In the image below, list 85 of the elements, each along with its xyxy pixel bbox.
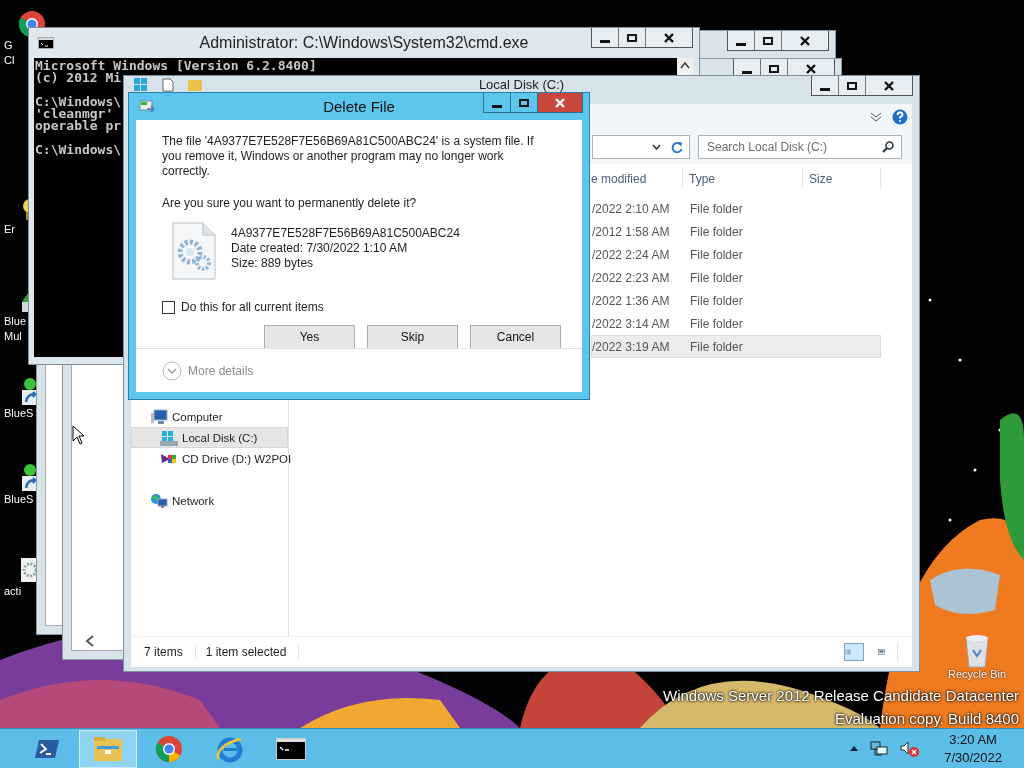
icon-label[interactable]: Mul <box>4 329 22 344</box>
terminal-icon <box>34 737 60 760</box>
console-icon <box>276 737 306 760</box>
column-header[interactable]: e modified <box>591 168 683 190</box>
network-icon <box>150 492 168 509</box>
console-line: 'cleanmgr' <box>35 106 114 121</box>
column-header[interactable]: Type <box>683 168 803 190</box>
more-details-link[interactable]: More details <box>188 363 254 378</box>
icon-label[interactable]: Er <box>4 222 15 237</box>
scroll-left-icon[interactable] <box>85 635 95 647</box>
system-file-icon <box>171 222 217 280</box>
maximize-icon <box>847 81 857 90</box>
icon-label[interactable]: acti <box>4 584 22 599</box>
search-field[interactable]: Search Local Disk (C:) <box>698 135 902 159</box>
minimize-icon <box>600 39 610 43</box>
clock-date[interactable]: 7/30/2022 <box>944 748 1002 767</box>
file-row[interactable]: /2022 3:19 AM File folder <box>591 335 881 358</box>
close-icon <box>884 80 894 91</box>
icon-label[interactable]: BlueS <box>4 406 34 421</box>
console-line: C:\Windows\ <box>35 94 122 109</box>
minimize-icon <box>492 104 502 108</box>
status-text: 1 item selected <box>205 645 300 659</box>
nav-item[interactable]: Computer <box>131 406 288 427</box>
file-row[interactable]: /2022 3:14 AM File folder <box>591 312 881 335</box>
file-row[interactable]: /2022 2:23 AM File folder <box>591 266 881 289</box>
close-icon <box>806 63 816 74</box>
dialog-title: Delete File <box>323 98 395 115</box>
maximize-icon <box>519 98 529 107</box>
file-name: 4A9377E7E528F7E56B69A81C500ABC24 <box>231 226 460 240</box>
dialog-icon <box>139 100 155 114</box>
nav-item[interactable]: Network <box>131 490 288 511</box>
file-row[interactable]: /2022 2:10 AM File folder <box>591 197 881 220</box>
chevron-down-icon[interactable] <box>652 144 661 150</box>
checkbox[interactable] <box>162 300 175 314</box>
icon-label[interactable]: BlueS <box>4 492 34 507</box>
help-icon[interactable] <box>892 109 908 125</box>
window-title: Local Disk (C:) <box>478 77 565 92</box>
browser-icon <box>155 734 183 763</box>
scroll-up-icon[interactable] <box>680 62 690 69</box>
nav-item[interactable]: CD Drive (D:) W2POI <box>131 448 288 469</box>
maximize-icon <box>627 33 637 42</box>
thumbnail-view-button[interactable] <box>878 643 898 661</box>
nav-item[interactable]: Local Disk (C:) <box>131 427 288 448</box>
image-icon <box>878 646 885 658</box>
folder-icon <box>93 735 123 762</box>
icon-label[interactable]: G <box>4 38 13 53</box>
recycle-bin-icon[interactable] <box>963 634 991 668</box>
close-icon <box>800 35 810 46</box>
close-icon <box>555 97 565 108</box>
file-date: Date created: 7/30/2022 1:10 AM <box>231 241 408 255</box>
console-line: Microsoft Windows [Version 6.2.8400] <box>35 58 317 73</box>
file-row[interactable]: /2022 1:36 AM File folder <box>591 289 881 312</box>
volume-muted-icon[interactable] <box>900 740 921 757</box>
checkbox-label[interactable]: Do this for all current items <box>181 300 324 314</box>
window-title: Administrator: C:\Windows\System32\cmd.exe <box>199 34 529 52</box>
column-header[interactable]: Size <box>803 168 881 190</box>
clock-time[interactable]: 3:20 AM <box>949 730 997 749</box>
warning-message: The file '4A9377E7E528F7E56B69A81C500ABC24' is a system file. If you remove it, Windows or another program may no longer work correctly. <box>162 134 535 179</box>
file-row[interactable]: /2022 2:24 AM File folder <box>591 243 881 266</box>
dialog-button[interactable]: Skip <box>367 325 458 349</box>
confirm-question: Are you sure you want to permanently delete it? <box>162 196 418 210</box>
network-icon[interactable] <box>870 740 889 757</box>
status-text: 7 items <box>144 645 196 659</box>
console-line: C:\Windows\ <box>35 142 122 157</box>
properties-icon[interactable] <box>162 78 174 92</box>
drive-icon <box>160 429 178 446</box>
console-line: (c) 2012 Mi <box>35 70 122 85</box>
dialog-button[interactable]: Cancel <box>470 325 561 349</box>
show-hidden-icons-icon[interactable] <box>850 746 859 751</box>
maximize-icon <box>769 64 779 73</box>
refresh-icon[interactable] <box>671 140 683 154</box>
minimize-icon <box>820 87 830 91</box>
icon-label[interactable]: Cl <box>4 53 15 68</box>
icon-label[interactable]: Blue <box>4 314 27 329</box>
close-icon <box>664 32 674 43</box>
file-row[interactable]: /2012 1:58 AM File folder <box>591 220 881 243</box>
minimize-icon <box>736 42 746 46</box>
address-bar[interactable] <box>592 135 690 159</box>
window-icon <box>134 78 148 92</box>
maximize-icon <box>763 36 773 45</box>
expand-ribbon-icon[interactable] <box>870 112 882 122</box>
dialog-button[interactable]: Yes <box>264 325 355 349</box>
file-size: Size: 889 bytes <box>231 256 314 270</box>
computer-icon <box>150 408 168 425</box>
console-icon <box>38 37 54 49</box>
